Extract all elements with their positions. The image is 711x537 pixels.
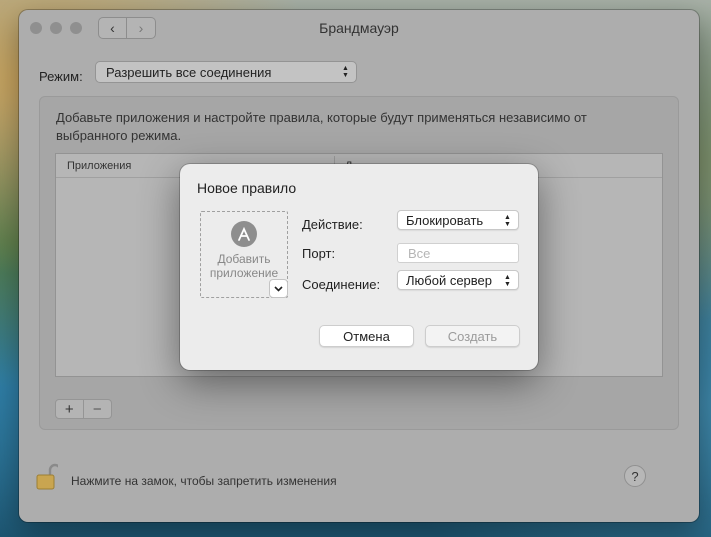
port-label: Порт:: [302, 246, 336, 261]
up-down-arrows-icon: ▲ ▼: [504, 214, 511, 228]
connection-popup[interactable]: Любой сервер ▲ ▼: [397, 270, 519, 290]
add-remove-segmented-control: + −: [55, 399, 112, 419]
action-label: Действие:: [302, 217, 363, 232]
help-button[interactable]: ?: [624, 465, 646, 487]
lock-hint-text: Нажмите на замок, чтобы запретить измене…: [71, 474, 337, 488]
port-input[interactable]: Все: [397, 243, 519, 263]
add-application-drop-zone[interactable]: Добавить приложение: [200, 211, 288, 298]
add-application-label: Добавить приложение: [209, 252, 279, 280]
window-title: Брандмауэр: [319, 20, 399, 36]
app-store-icon: [231, 221, 257, 247]
column-header-applications[interactable]: Приложения: [67, 160, 131, 172]
cancel-button[interactable]: Отмена: [319, 325, 414, 347]
remove-rule-button[interactable]: −: [84, 400, 111, 418]
application-menu-button[interactable]: [269, 279, 288, 298]
unlocked-lock-icon[interactable]: [36, 463, 58, 490]
mode-select[interactable]: Разрешить все соединения ▲ ▼: [95, 61, 357, 83]
title-bar: ‹ › Брандмауэр: [19, 10, 699, 46]
connection-value: Любой сервер: [406, 273, 493, 288]
connection-label: Соединение:: [302, 277, 381, 292]
mode-select-value: Разрешить все соединения: [106, 65, 272, 80]
create-button[interactable]: Создать: [425, 325, 520, 347]
mode-label: Режим:: [39, 69, 83, 84]
new-rule-dialog: Новое правило Добавить приложение Действ…: [180, 164, 538, 370]
up-down-arrows-icon: ▲ ▼: [504, 274, 511, 288]
rules-description: Добавьте приложения и настройте правила,…: [56, 110, 587, 143]
add-rule-button[interactable]: +: [56, 400, 84, 418]
dialog-title: Новое правило: [197, 180, 297, 196]
action-value: Блокировать: [406, 213, 484, 228]
port-placeholder: Все: [408, 246, 431, 261]
chevron-down-icon: [274, 285, 283, 292]
up-down-arrows-icon: ▲ ▼: [342, 65, 349, 79]
action-popup[interactable]: Блокировать ▲ ▼: [397, 210, 519, 230]
